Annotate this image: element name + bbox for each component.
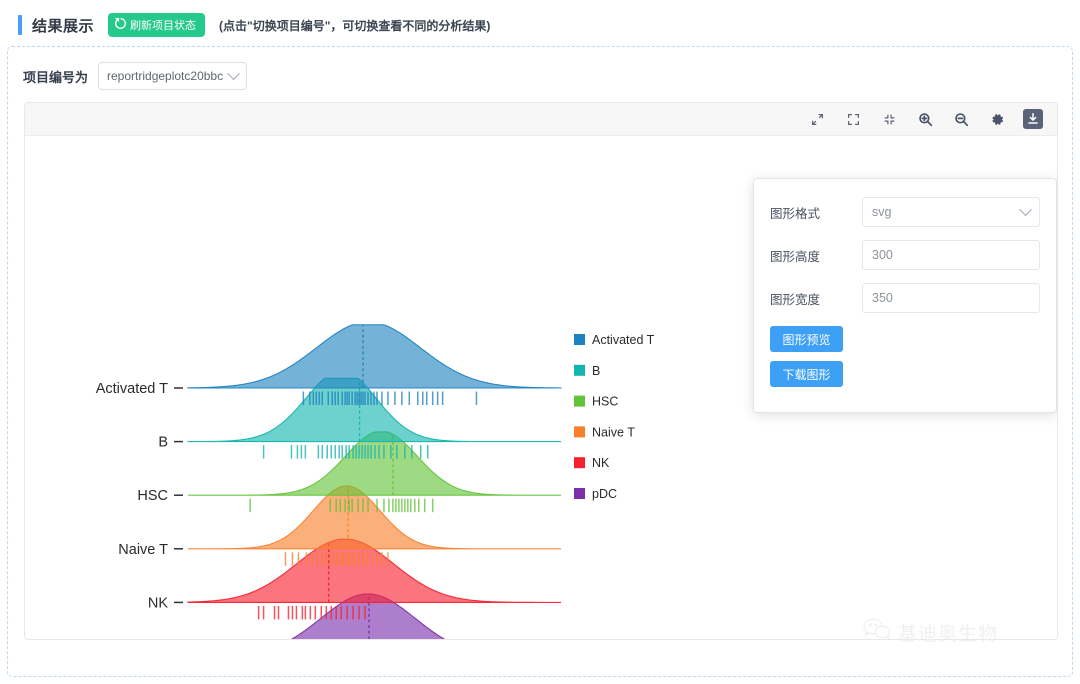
height-row: 图形高度 300 bbox=[770, 240, 1040, 270]
expand-diagonal-icon[interactable] bbox=[807, 109, 827, 129]
legend-swatch bbox=[574, 364, 585, 376]
chart-legend: Activated T B HSC Naive T NK pDC bbox=[574, 333, 655, 501]
zoom-in-icon[interactable] bbox=[915, 109, 935, 129]
project-selector-row: 项目编号为 reportridgeplotc20bbc bbox=[8, 47, 1072, 90]
page-header: 结果展示 刷新项目状态 (点击"切换项目编号"，可切换查看不同的分析结果) bbox=[0, 0, 1080, 48]
ridge-hsc: HSC bbox=[137, 431, 561, 513]
refresh-project-status-button[interactable]: 刷新项目状态 bbox=[108, 13, 206, 37]
graph-settings-popup: 图形格式 svg 图形高度 300 图形宽度 350 图形预览 下载图形 bbox=[753, 178, 1057, 413]
y-axis-label: HSC bbox=[137, 488, 168, 504]
project-id-select[interactable]: reportridgeplotc20bbc bbox=[98, 62, 248, 90]
refresh-icon bbox=[115, 17, 127, 32]
width-label: 图形宽度 bbox=[770, 292, 821, 307]
gear-icon[interactable] bbox=[987, 109, 1007, 129]
legend-label: pDC bbox=[592, 487, 617, 501]
legend-swatch bbox=[574, 334, 585, 345]
header-note: (点击"切换项目编号"，可切换查看不同的分析结果) bbox=[219, 18, 491, 33]
format-label: 图形格式 bbox=[770, 206, 821, 221]
preview-graph-button[interactable]: 图形预览 bbox=[770, 326, 843, 352]
chevron-down-icon bbox=[227, 66, 240, 80]
legend-label: Activated T bbox=[592, 333, 655, 347]
download-graph-button[interactable]: 下载图形 bbox=[770, 361, 843, 387]
legend-swatch bbox=[574, 457, 585, 469]
zoom-out-icon[interactable] bbox=[951, 109, 971, 129]
chart-card: pDCNKNaive THSCBActivated T0123456Expres… bbox=[24, 102, 1058, 640]
fullscreen-icon[interactable] bbox=[843, 109, 863, 129]
height-label: 图形高度 bbox=[770, 249, 821, 264]
format-row: 图形格式 svg bbox=[770, 197, 1040, 227]
legend-swatch bbox=[574, 488, 585, 499]
project-id-value: reportridgeplotc20bbc bbox=[107, 69, 224, 83]
chevron-down-icon bbox=[1019, 202, 1032, 216]
y-axis-label: NK bbox=[148, 595, 168, 611]
width-row: 图形宽度 350 bbox=[770, 283, 1040, 313]
format-select[interactable]: svg bbox=[862, 197, 1040, 227]
collapse-inward-icon[interactable] bbox=[879, 109, 899, 129]
legend-label: B bbox=[592, 364, 600, 378]
y-axis-label: Naive T bbox=[118, 542, 168, 558]
page-title: 结果展示 bbox=[32, 17, 95, 35]
refresh-button-label: 刷新项目状态 bbox=[130, 20, 197, 32]
legend-label: HSC bbox=[592, 395, 618, 409]
height-input[interactable]: 300 bbox=[862, 240, 1040, 270]
title-accent-bar bbox=[18, 15, 22, 35]
download-icon[interactable] bbox=[1023, 109, 1043, 129]
ridge-naive-t: Naive T bbox=[118, 485, 561, 566]
format-value: svg bbox=[872, 205, 892, 219]
ridge-activated-t: Activated T bbox=[96, 324, 562, 405]
ridge-b: B bbox=[158, 377, 561, 459]
legend-swatch bbox=[574, 426, 585, 438]
width-input[interactable]: 350 bbox=[862, 283, 1040, 313]
project-label: 项目编号为 bbox=[23, 69, 89, 85]
legend-label: Naive T bbox=[592, 425, 635, 439]
y-axis-label: Activated T bbox=[96, 381, 168, 397]
height-value: 300 bbox=[872, 248, 893, 262]
results-panel: 项目编号为 reportridgeplotc20bbc NK Naive T H… bbox=[7, 46, 1073, 677]
y-axis-label: B bbox=[158, 435, 168, 451]
legend-label: NK bbox=[592, 456, 610, 470]
chart-toolbar bbox=[25, 103, 1057, 136]
popup-buttons: 图形预览 下载图形 bbox=[770, 326, 1040, 387]
width-value: 350 bbox=[872, 291, 893, 305]
legend-swatch bbox=[574, 395, 585, 407]
